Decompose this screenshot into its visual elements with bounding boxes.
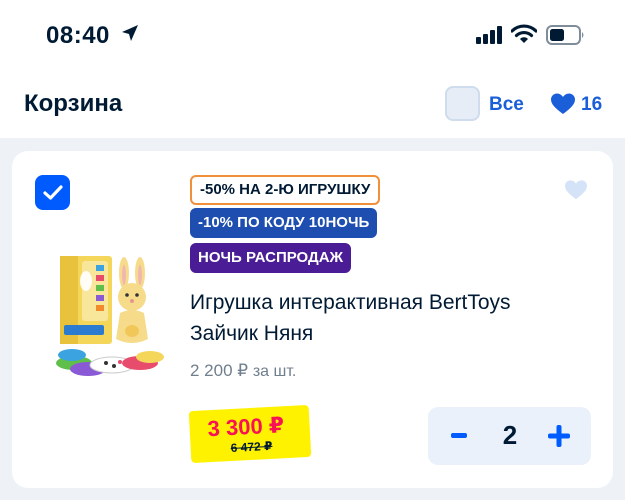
checkmark-icon bbox=[42, 184, 63, 200]
product-name-line-2: Зайчик Няня bbox=[190, 322, 314, 345]
quantity-stepper: 2 bbox=[428, 407, 591, 465]
select-all-checkbox[interactable] bbox=[445, 86, 480, 121]
location-arrow-icon bbox=[122, 25, 138, 41]
wifi-icon bbox=[511, 24, 537, 43]
item-checkbox[interactable] bbox=[35, 175, 70, 210]
battery-icon bbox=[546, 25, 584, 45]
price-old: 6 472 ₽ bbox=[230, 438, 273, 456]
select-all-label[interactable]: Все bbox=[489, 94, 524, 116]
unit-price: 2 200 ₽ за шт. bbox=[190, 361, 296, 381]
cart-header: Корзина Все 16 bbox=[0, 70, 625, 138]
status-bar: 08:40 bbox=[0, 0, 625, 70]
promo-badge-promo-code: -10% ПО КОДУ 10НОЧЬ bbox=[190, 208, 378, 238]
product-image[interactable] bbox=[52, 251, 172, 386]
quantity-value[interactable]: 2 bbox=[494, 420, 526, 451]
page-title: Корзина bbox=[24, 90, 123, 117]
favorite-heart-icon[interactable] bbox=[564, 179, 588, 201]
price-current: 3 300 ₽ bbox=[207, 412, 285, 442]
product-name[interactable]: Игрушка интерактивная BertToys Зайчик Ня… bbox=[190, 287, 560, 349]
signal-icon bbox=[476, 26, 502, 44]
heart-icon[interactable] bbox=[550, 92, 576, 116]
unit-price-suffix: за шт. bbox=[252, 363, 297, 380]
cart-item-card: -50% НА 2-Ю ИГРУШКУ -10% ПО КОДУ 10НОЧЬ … bbox=[12, 151, 613, 488]
promo-badge-discount-second-toy: -50% НА 2-Ю ИГРУШКУ bbox=[190, 175, 381, 205]
increase-quantity-button[interactable] bbox=[544, 421, 574, 451]
promo-badge-night-sale: НОЧЬ РАСПРОДАЖ bbox=[190, 243, 352, 273]
status-time: 08:40 bbox=[46, 22, 110, 49]
price-tag: 3 300 ₽ 6 472 ₽ bbox=[188, 404, 312, 464]
plus-icon bbox=[548, 425, 570, 447]
decrease-quantity-button[interactable] bbox=[444, 421, 474, 451]
minus-icon bbox=[451, 433, 467, 438]
favorites-count[interactable]: 16 bbox=[581, 94, 602, 116]
product-name-line-1: Игрушка интерактивная BertToys bbox=[190, 291, 511, 314]
unit-price-value: 2 200 ₽ bbox=[190, 361, 249, 380]
